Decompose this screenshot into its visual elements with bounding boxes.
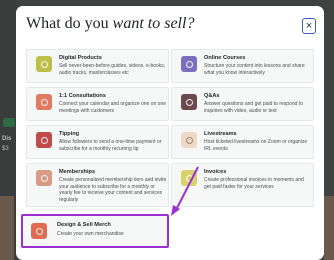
card-livestreams[interactable]: Livestreams Host ticketed livestreams on… xyxy=(171,125,314,159)
close-icon: × xyxy=(305,19,313,32)
card-title: Memberships xyxy=(59,169,96,175)
card-tipping[interactable]: Tipping Allow followers to send a one-ti… xyxy=(26,125,169,159)
what-to-sell-modal: What do you want to sell? × Digital Prod… xyxy=(16,6,324,260)
shirt-icon xyxy=(31,223,47,239)
card-title: Q&As xyxy=(204,93,220,99)
background-thumbnail xyxy=(324,196,334,260)
document-icon xyxy=(36,56,52,72)
card-title: Design & Sell Merch xyxy=(57,222,111,228)
card-description: Create personalized membership tiers and… xyxy=(59,177,167,203)
card-description: Allow followers to send a one-time payme… xyxy=(59,139,162,152)
background-label: Dis xyxy=(2,136,12,142)
close-button[interactable]: × xyxy=(302,18,316,34)
card-title: Digital Products xyxy=(59,55,102,61)
card-design-sell-merch[interactable]: Design & Sell Merch Create your own merc… xyxy=(21,214,169,248)
card-title: 1:1 Consultations xyxy=(59,93,106,99)
membership-icon xyxy=(36,170,52,186)
broadcast-icon xyxy=(181,132,197,148)
card-title: Tipping xyxy=(59,131,80,137)
card-digital-products[interactable]: Digital Products Sell never-been-before … xyxy=(26,49,169,83)
card-title: Livestreams xyxy=(204,131,237,137)
modal-title: What do you want to sell? xyxy=(26,15,194,33)
background-thumbnail xyxy=(0,196,14,260)
modal-title-italic: want to sell? xyxy=(112,15,195,32)
card-online-courses[interactable]: Online Courses Structure your content in… xyxy=(171,49,314,83)
invoice-icon xyxy=(181,170,197,186)
modal-title-plain: What do you xyxy=(26,15,113,32)
card-description: Connect your calendar and organize one o… xyxy=(59,101,167,114)
calendar-icon xyxy=(36,94,52,110)
card-description: Create your own merchandise xyxy=(57,231,124,237)
card-memberships[interactable]: Memberships Create personalized membersh… xyxy=(26,163,169,207)
background-tag xyxy=(3,118,15,127)
card-invoices[interactable]: Invoices Create professional invoices in… xyxy=(171,163,314,207)
card-description: Sell never-been-before guides, videos, e… xyxy=(59,63,166,76)
card-description: Answer questions and get paid to respond… xyxy=(204,101,303,114)
chat-icon xyxy=(181,94,197,110)
card-consultations[interactable]: 1:1 Consultations Connect your calendar … xyxy=(26,87,169,121)
card-description: Create professional invoices in moments … xyxy=(204,177,304,190)
card-qas[interactable]: Q&As Answer questions and get paid to re… xyxy=(171,87,314,121)
card-description: Structure your content into lessons and … xyxy=(204,63,305,76)
background-price: $3 xyxy=(2,146,9,152)
course-icon xyxy=(181,56,197,72)
card-title: Invoices xyxy=(204,169,227,175)
card-title: Online Courses xyxy=(204,55,246,61)
card-description: Host ticketed livestreams on Zoom or org… xyxy=(204,139,308,152)
coin-icon xyxy=(36,132,52,148)
